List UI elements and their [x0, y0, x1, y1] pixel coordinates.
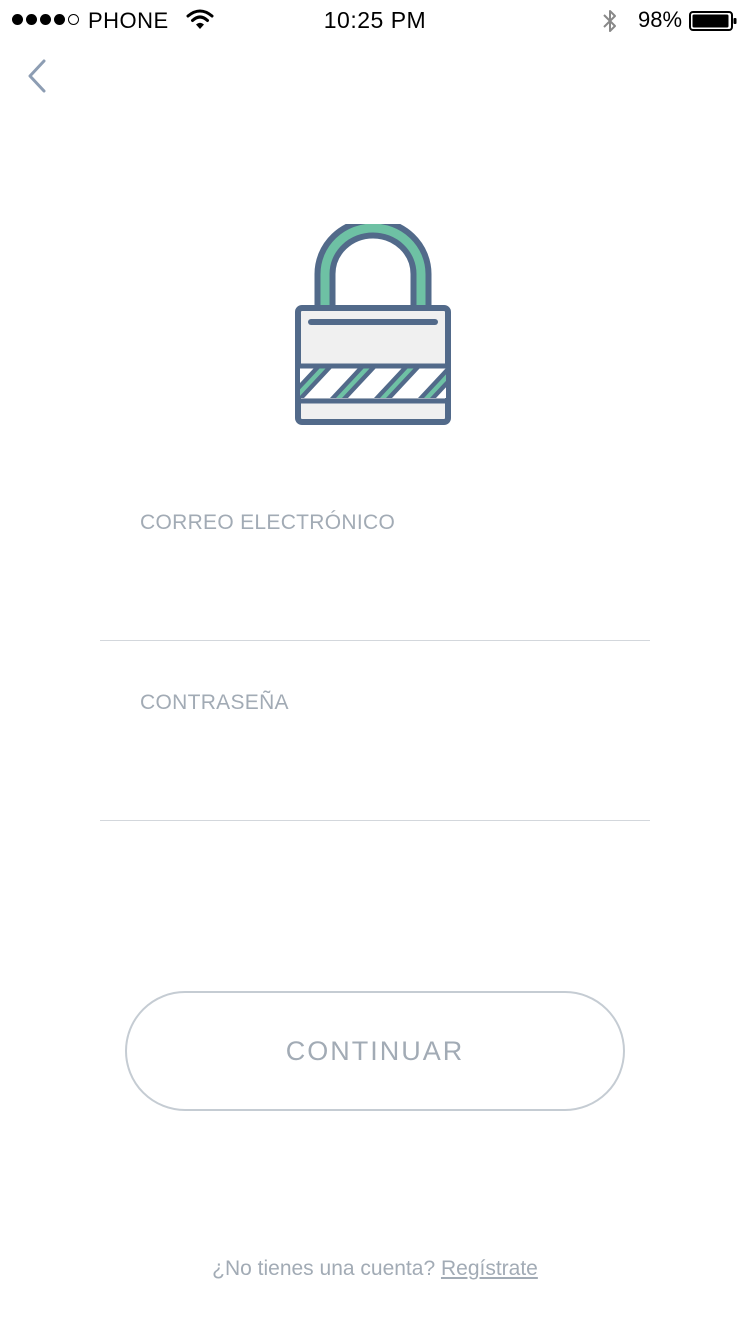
email-label: CORREO ELECTRÓNICO — [140, 511, 396, 534]
password-field[interactable]: CONTRASEÑA — [100, 691, 650, 821]
register-link[interactable]: Regístrate — [441, 1257, 538, 1280]
password-input[interactable] — [140, 731, 614, 793]
battery-percentage: 98% — [638, 7, 683, 32]
status-bar: PHONE 10:25 PM 98% — [0, 0, 750, 40]
bluetooth-icon — [603, 10, 616, 32]
signup-prompt: ¿No tienes una cuenta? Regístrate — [0, 1257, 750, 1281]
email-input[interactable] — [140, 551, 614, 613]
signup-prompt-text: ¿No tienes una cuenta? — [212, 1257, 436, 1280]
email-field[interactable]: CORREO ELECTRÓNICO — [100, 511, 650, 641]
battery-icon — [689, 11, 737, 31]
padlock-icon — [295, 224, 451, 425]
back-chevron-icon[interactable] — [20, 56, 56, 96]
continue-button[interactable]: CONTINUAR — [125, 991, 625, 1111]
password-label: CONTRASEÑA — [140, 691, 289, 714]
